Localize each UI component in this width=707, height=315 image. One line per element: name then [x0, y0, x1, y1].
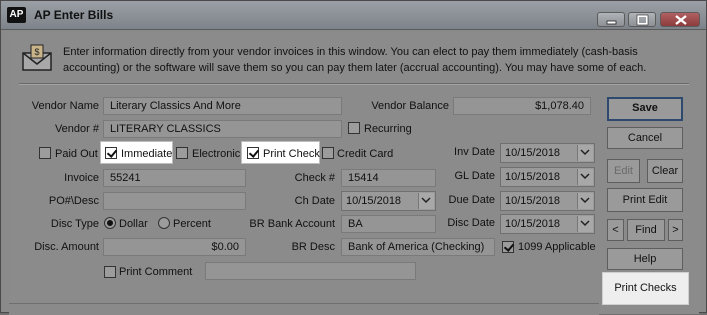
cancel-button[interactable]: Cancel: [607, 127, 683, 149]
help-button[interactable]: Help: [607, 248, 683, 270]
ch-date-value: 10/15/2018: [346, 195, 402, 207]
br-desc-label: BR Desc: [291, 241, 335, 253]
inv-date-label: Inv Date: [454, 146, 495, 158]
find-button[interactable]: Find: [627, 219, 665, 241]
chevron-down-icon[interactable]: [577, 216, 593, 232]
inv-date-value: 10/15/2018: [505, 147, 561, 159]
check-num-field[interactable]: 15414: [341, 169, 436, 187]
applicable-1099-checkbox[interactable]: [502, 241, 514, 253]
minimize-button[interactable]: [597, 12, 625, 27]
gl-date-value: 10/15/2018: [505, 171, 561, 183]
intro-text: Enter information directly from your ven…: [63, 46, 647, 74]
vendor-balance-field: $1,078.40: [453, 97, 591, 115]
br-desc-field: Bank of America (Checking): [341, 238, 495, 256]
chevron-down-icon[interactable]: [577, 145, 593, 161]
save-button[interactable]: Save: [607, 97, 683, 121]
disc-type-label: Disc Type: [50, 218, 99, 230]
invoice-field[interactable]: 55241: [103, 169, 246, 187]
divider: [19, 83, 689, 85]
po-desc-label: PO#\Desc: [48, 195, 99, 207]
inv-date-combo[interactable]: 10/15/2018: [500, 143, 595, 163]
print-check-checkbox[interactable]: [247, 147, 259, 159]
disc-date-value: 10/15/2018: [505, 218, 561, 230]
gl-date-combo[interactable]: 10/15/2018: [500, 167, 595, 187]
next-button[interactable]: >: [668, 219, 683, 241]
due-date-label: Due Date: [448, 194, 495, 206]
vendor-name-label: Vendor Name: [31, 100, 99, 112]
close-button[interactable]: [660, 12, 700, 27]
invoice-label: Invoice: [64, 172, 99, 184]
window-title: AP Enter Bills: [34, 8, 114, 22]
maximize-icon: [636, 14, 649, 26]
paid-out-label: Paid Out: [55, 148, 98, 160]
clear-button[interactable]: Clear: [647, 159, 683, 183]
electronic-label: Electronic: [192, 148, 241, 160]
ch-date-label: Ch Date: [294, 195, 335, 207]
vendor-num-field[interactable]: LITERARY CLASSICS: [103, 120, 342, 138]
edit-button[interactable]: Edit: [607, 159, 640, 183]
recurring-label: Recurring: [364, 123, 412, 135]
immediate-label: Immediate: [121, 148, 173, 160]
print-comment-field[interactable]: [205, 262, 416, 280]
main-content: $ Enter information directly from your v…: [9, 33, 699, 315]
due-date-value: 10/15/2018: [505, 195, 561, 207]
br-bank-account-label: BR Bank Account: [249, 218, 335, 230]
br-bank-account-field[interactable]: BA: [341, 215, 436, 233]
close-icon: [675, 15, 687, 25]
disc-amount-field[interactable]: $0.00: [103, 238, 246, 256]
recurring-checkbox[interactable]: [348, 122, 360, 134]
percent-radio[interactable]: [158, 217, 170, 229]
maximize-button[interactable]: [628, 12, 656, 27]
paid-out-checkbox[interactable]: [39, 147, 51, 159]
grid-header-strip: [9, 303, 599, 315]
percent-label: Percent: [173, 218, 211, 230]
vendor-num-label: Vendor #: [54, 123, 99, 135]
po-desc-field[interactable]: [103, 192, 246, 210]
vendor-name-field[interactable]: Literary Classics And More: [103, 97, 342, 115]
chevron-down-icon[interactable]: [577, 169, 593, 185]
electronic-checkbox[interactable]: [176, 147, 188, 159]
print-check-label: Print Check: [263, 148, 320, 160]
app-logo: AP: [7, 7, 26, 23]
print-checks-button[interactable]: Print Checks: [602, 272, 689, 305]
due-date-combo[interactable]: 10/15/2018: [500, 191, 595, 211]
title-bar[interactable]: AP AP Enter Bills: [1, 1, 706, 30]
ap-enter-bills-window: AP AP Enter Bills $ Enter information di…: [0, 0, 707, 315]
previous-button[interactable]: <: [607, 219, 624, 241]
vendor-balance-label: Vendor Balance: [371, 100, 449, 112]
applicable-1099-label: 1099 Applicable: [518, 241, 596, 253]
disc-date-label: Disc Date: [447, 217, 495, 229]
gl-date-label: GL Date: [454, 170, 495, 182]
credit-card-checkbox[interactable]: [322, 147, 334, 159]
print-edit-button[interactable]: Print Edit: [607, 188, 683, 212]
immediate-checkbox[interactable]: [105, 147, 117, 159]
immediate-highlight: Immediate: [100, 141, 173, 164]
disc-amount-label: Disc. Amount: [34, 241, 99, 253]
check-num-label: Check #: [294, 172, 335, 184]
svg-text:$: $: [34, 47, 39, 57]
print-comment-label: Print Comment: [119, 266, 193, 278]
print-comment-checkbox[interactable]: [104, 266, 116, 278]
minimize-icon: [606, 20, 617, 25]
dollar-radio[interactable]: [104, 217, 116, 229]
dollar-label: Dollar: [119, 218, 148, 230]
credit-card-label: Credit Card: [337, 148, 394, 160]
envelope-bill-icon: $: [22, 44, 52, 71]
print-check-highlight: Print Check: [241, 141, 320, 164]
ch-date-combo[interactable]: 10/15/2018: [341, 191, 436, 211]
chevron-down-icon[interactable]: [577, 193, 593, 209]
disc-date-combo[interactable]: 10/15/2018: [500, 214, 595, 234]
